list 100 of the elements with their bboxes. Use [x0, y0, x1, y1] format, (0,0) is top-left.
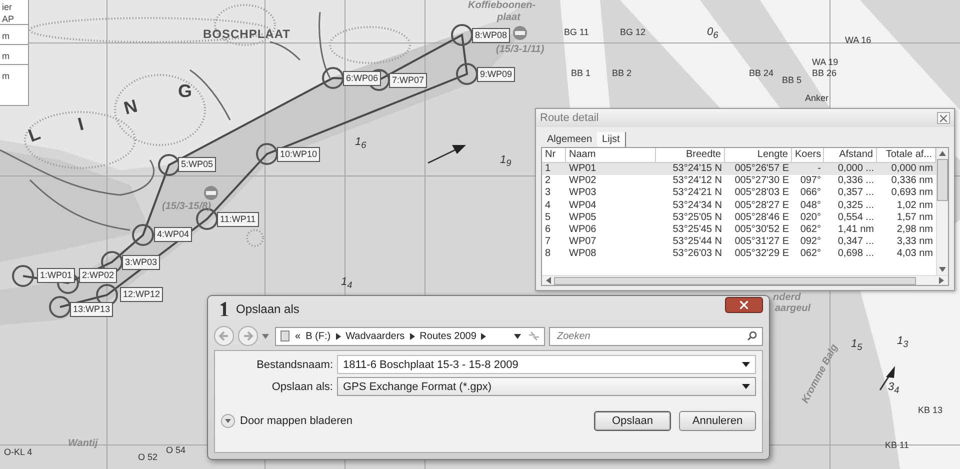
table-row[interactable]: 4 WP04 53°24'34 N 005°28'27 E 048° 0,325 ... 1,02 nm [542, 200, 936, 212]
table-cell-text: 0,000 nm [890, 163, 934, 176]
table-cell-text: 005°26'57 E [734, 163, 790, 176]
table-cell-text: 53°24'12 N [672, 175, 723, 188]
format-dropdown[interactable]: GPS Exchange Format (*.gpx) [337, 377, 756, 396]
map-label: 1$_{6}$ [355, 136, 366, 150]
waypoint-label: 11:WP11 [217, 212, 259, 227]
breadcrumb[interactable]: B (F:) [306, 330, 331, 342]
table-row[interactable]: 7 WP07 53°25'44 N 005°31'27 E 092° 0,347 ... 3,33 nm [542, 236, 936, 248]
scroll-thumb[interactable] [554, 276, 916, 284]
shoal-outline [246, 229, 264, 247]
breadcrumb[interactable]: Wadvaarders [346, 330, 405, 342]
prohibition-sign-icon [513, 26, 527, 40]
table-cell-text: 53°25'45 N [672, 224, 723, 236]
table-row[interactable]: 5 WP05 53°25'05 N 005°28'46 E 020° 0,554 ... 1,57 nm [542, 212, 936, 224]
waypoint-label: 3:WP03 [122, 255, 160, 270]
chevron-icon[interactable] [481, 332, 486, 340]
column-header[interactable]: Koers [792, 148, 824, 162]
legend-text: m [0, 24, 28, 44]
table-row[interactable]: 2 WP02 53°24'12 N 005°27'30 E 097° 0,336 ... 0,336 nm [542, 175, 936, 188]
search-box[interactable]: Zoeken [549, 326, 763, 346]
dropdown-arrow-icon[interactable] [514, 334, 521, 338]
waypoint-marker[interactable] [49, 296, 71, 318]
map-label: WA 19 [812, 58, 838, 68]
chevron-icon[interactable] [410, 332, 415, 340]
table-cell-text: WP03 [568, 187, 598, 200]
map-label: 1$_{5}$ [851, 338, 862, 352]
save-button[interactable]: Opslaan [594, 411, 671, 431]
close-icon [740, 301, 748, 309]
waypoint-marker[interactable] [451, 24, 473, 46]
map-label: 1$_{3}$ [897, 335, 908, 350]
table-cell-text: 7 [544, 236, 552, 248]
map-label: BB 24 [749, 69, 774, 79]
waypoint-marker[interactable] [256, 143, 278, 165]
table-cell-text: WP04 [568, 200, 598, 212]
waypoint-label: 9:WP09 [477, 67, 516, 82]
table-cell-text: 1,41 nm [836, 224, 875, 236]
map-label: I [76, 114, 86, 136]
waypoint-label: 10:WP10 [277, 147, 320, 162]
table-cell-text: - [816, 163, 822, 176]
window-title: Opslaan als [236, 302, 300, 316]
table-cell-text: 0,357 ... [836, 187, 875, 200]
waypoint-marker[interactable] [322, 67, 344, 89]
table-cell-text: 0,336 ... [836, 175, 875, 188]
map-label: BB 26 [812, 69, 837, 79]
legend-text: m [0, 64, 28, 84]
map-label: G [178, 82, 192, 102]
table-cell-text: 062° [799, 224, 822, 236]
map-label: Anker [805, 94, 829, 104]
address-bar[interactable]: « B (F:) Wadvaarders Routes 2009 [275, 326, 545, 346]
map-label: O 52 [138, 453, 158, 463]
table-cell-text: 0,336 nm [890, 175, 934, 188]
legend-text: ier [1, 1, 14, 12]
table-cell-text: WP01 [568, 163, 598, 176]
vertical-scrollbar[interactable] [936, 148, 948, 275]
table-cell-text: 005°27'30 E [734, 175, 790, 188]
table-cell-text: 0,693 nm [890, 187, 934, 200]
browse-folders-toggle[interactable]: Door mappen bladeren [221, 414, 353, 428]
table-cell-text: 4 [544, 200, 552, 212]
search-input[interactable]: Zoeken [555, 330, 747, 342]
table-row[interactable]: 8 WP08 53°26'03 N 005°32'29 E 062° 0,698 ... 4,03 nm [542, 248, 936, 260]
map-label: 1$_{9}$ [500, 154, 512, 168]
waypoint-marker[interactable] [12, 265, 34, 287]
map-label: Wantij [68, 438, 98, 449]
close-button[interactable] [725, 297, 763, 313]
column-header[interactable]: Naam [566, 148, 656, 162]
waypoint-marker[interactable] [158, 154, 180, 176]
filename-field[interactable]: 1811-6 Boschplaat 15-3 - 15-8 2009 [337, 355, 756, 374]
column-header[interactable]: Nr [542, 148, 566, 162]
map-label: nderd [773, 292, 801, 303]
map-label: O 54 [166, 446, 186, 456]
table-cell-text: WP07 [568, 236, 598, 248]
map-label: 1$_{4}$ [341, 276, 352, 290]
column-header[interactable]: Afstand [824, 148, 877, 162]
table-cell-text: 005°31'27 E [734, 236, 790, 248]
table-row[interactable]: 3 WP03 53°24'21 N 005°28'03 E 066° 0,357 ... 0,693 nm [542, 187, 936, 200]
scroll-thumb[interactable] [937, 159, 948, 201]
table-cell-text: 005°28'27 E [734, 200, 790, 212]
path-overflow[interactable]: « [295, 330, 301, 342]
tab[interactable]: Lijst [597, 132, 626, 147]
chevron-icon[interactable] [336, 332, 341, 340]
map-label: Koffieboonen- [468, 0, 536, 11]
close-icon [940, 114, 947, 122]
table-cell-text: 2 [544, 175, 552, 188]
tab[interactable]: Algemeen [542, 132, 598, 147]
map-label: BOSCHPLAAT [203, 28, 290, 42]
table-row[interactable]: 6 WP06 53°25'45 N 005°30'52 E 062° 1,41 nm 2,98 nm [542, 224, 936, 236]
column-header[interactable]: Breedte [656, 148, 725, 162]
waypoint-marker[interactable] [456, 63, 478, 85]
horizontal-scrollbar[interactable] [542, 275, 948, 285]
breadcrumb[interactable]: Routes 2009 [420, 330, 476, 342]
map-label: 3$_{4}$ [888, 381, 900, 396]
column-header[interactable]: Lengte [725, 148, 792, 162]
table-row[interactable]: 1 WP01 53°24'15 N 005°26'57 E - 0,000 ... 0,000 nm [542, 163, 936, 176]
table-cell-text: 5 [544, 212, 552, 224]
table-cell-text: 2,98 nm [896, 224, 934, 236]
table-cell-text: 8 [544, 248, 552, 260]
waypoint-marker[interactable] [132, 224, 154, 246]
table-cell-text: 062° [799, 248, 822, 260]
cancel-button[interactable]: Annuleren [679, 411, 756, 431]
